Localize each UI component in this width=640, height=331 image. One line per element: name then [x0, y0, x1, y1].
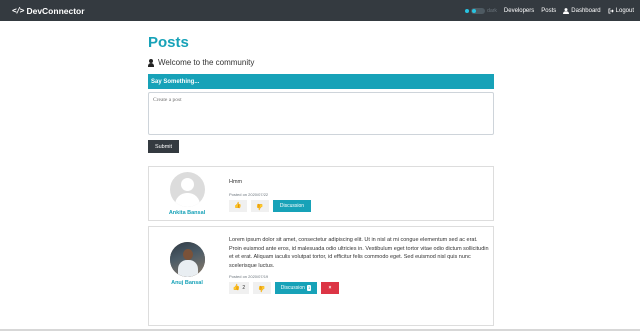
- default-avatar[interactable]: [169, 172, 205, 207]
- nav-dashboard-label: Dashboard: [571, 7, 601, 14]
- post-author[interactable]: Ankita Bansal: [149, 172, 225, 216]
- unlike-button[interactable]: 👍: [251, 199, 269, 212]
- user-icon: [563, 7, 570, 14]
- nav-developers-label: Developers: [503, 7, 535, 14]
- post-content: Lorem ipsum dolor sit amet, consectetur …: [229, 236, 491, 294]
- code-icon: </>: [12, 6, 24, 15]
- author-name[interactable]: Anuj Bansal: [171, 280, 203, 286]
- toggle-label: dark: [487, 7, 497, 14]
- photo-avatar[interactable]: [169, 242, 205, 277]
- thumbs-down-icon: 👍: [256, 202, 264, 209]
- delete-post-button[interactable]: ×: [321, 282, 339, 294]
- thumbs-down-icon: 👍: [258, 285, 266, 291]
- page-lead: Welcome to the community: [148, 58, 494, 67]
- comment-count-badge: 1: [306, 285, 312, 291]
- submit-button[interactable]: Submit: [148, 140, 179, 153]
- brand-link[interactable]: </> DevConnector: [12, 6, 85, 16]
- main-container: Posts Welcome to the community Say Somet…: [148, 21, 494, 326]
- like-count: 2: [242, 285, 246, 291]
- author-name[interactable]: Ankita Bansal: [169, 210, 205, 216]
- user-icon: [148, 58, 154, 67]
- post-form-header: Say Something...: [148, 74, 494, 89]
- navbar: </> DevConnector dark Developers Posts D…: [0, 0, 640, 21]
- discussion-button[interactable]: Discussion 1: [275, 282, 317, 294]
- discussion-label: Discussion: [280, 285, 305, 291]
- discussion-button[interactable]: Discussion: [273, 199, 311, 212]
- toggle-track[interactable]: [471, 7, 486, 14]
- like-button[interactable]: 👍: [229, 199, 247, 212]
- nav-developers[interactable]: Developers: [504, 8, 534, 14]
- sign-out-icon: [608, 8, 614, 13]
- nav-logout[interactable]: Logout: [608, 8, 634, 14]
- nav-posts[interactable]: Posts: [541, 8, 556, 14]
- nav-links: dark Developers Posts Dashboard Logout: [465, 7, 634, 14]
- post-text: Lorem ipsum dolor sit amet, consectetur …: [229, 237, 489, 269]
- toggle-indicator-icon: [465, 8, 470, 13]
- toggle-knob: [472, 8, 477, 13]
- nav-logout-label: Logout: [615, 7, 634, 14]
- brand-name: DevConnector: [26, 5, 85, 16]
- post-author[interactable]: Anuj Bansal: [149, 242, 225, 286]
- theme-toggle[interactable]: dark: [465, 7, 497, 14]
- lead-text: Welcome to the community: [158, 58, 255, 67]
- like-button[interactable]: 👍 2: [229, 282, 249, 294]
- post-actions: 👍 2 👍 Discussion 1 ×: [229, 282, 491, 294]
- page-title: Posts: [148, 34, 189, 51]
- post-text: Hmm: [229, 179, 243, 185]
- create-post-textarea[interactable]: [148, 92, 494, 135]
- nav-posts-label: Posts: [541, 7, 557, 14]
- nav-dashboard[interactable]: Dashboard: [563, 7, 601, 14]
- post-date: Posted on 2020/07/22: [229, 191, 269, 197]
- discussion-label: Discussion: [279, 202, 305, 209]
- thumbs-up-icon: 👍: [232, 285, 241, 291]
- post-item: Ankita Bansal Hmm Posted on 2020/07/22 👍…: [148, 166, 494, 221]
- post-content: Hmm Posted on 2020/07/22 👍 👍 Discussion: [229, 178, 491, 212]
- post-date: Posted on 2020/07/19: [229, 274, 269, 279]
- post-actions: 👍 👍 Discussion: [229, 199, 491, 212]
- post-item: Anuj Bansal Lorem ipsum dolor sit amet, …: [148, 226, 494, 326]
- unlike-button[interactable]: 👍: [253, 282, 271, 294]
- close-icon: ×: [328, 285, 332, 291]
- thumbs-up-icon: 👍: [234, 202, 242, 209]
